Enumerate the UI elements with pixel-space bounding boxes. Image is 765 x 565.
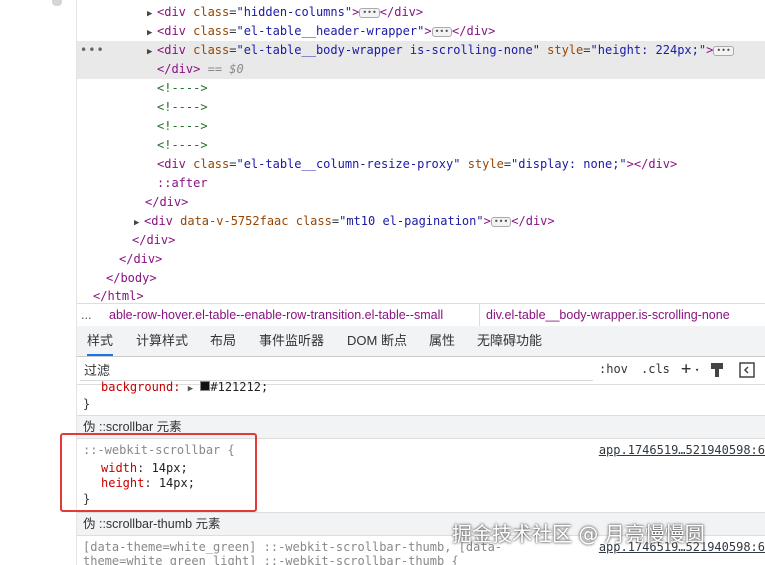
dom-node-body-wrapper-selected[interactable]: ••• ▶ <div class="el-table__body-wrapper …: [77, 41, 765, 60]
breadcrumb-item-table[interactable]: able-row-hover.el-table--enable-row-tran…: [109, 304, 443, 326]
tab-styles[interactable]: 样式: [87, 326, 114, 356]
dom-comment[interactable]: <!---->: [77, 98, 765, 117]
breadcrumb-item-body-wrapper[interactable]: div.el-table__body-wrapper.is-scrolling-…: [486, 304, 730, 326]
dom-node-pagination[interactable]: ▶ <div data-v-5752faac class="mt10 el-pag…: [77, 212, 765, 231]
tab-computed[interactable]: 计算样式: [136, 326, 188, 356]
tab-properties[interactable]: 属性: [429, 326, 455, 356]
watermark: 掘金技术社区 @ 月亮慢慢圆: [452, 522, 705, 546]
expand-triangle-icon[interactable]: ▶: [188, 384, 193, 394]
dom-pseudo-after[interactable]: ::after: [77, 174, 765, 193]
tab-accessibility[interactable]: 无障碍功能: [477, 326, 542, 356]
panel-tabs: 样式 计算样式 布局 事件监听器 DOM 断点 属性 无障碍功能: [77, 326, 765, 357]
annotation-highlight-box: [60, 433, 257, 512]
dom-close-div[interactable]: </div>: [77, 193, 765, 212]
selected-node-marker: == $0: [207, 62, 244, 76]
new-rule-plus-icon[interactable]: +: [681, 359, 691, 379]
page-scrollbar[interactable]: [52, 0, 62, 6]
filter-input[interactable]: [80, 361, 593, 381]
ellipsis-icon[interactable]: •••: [359, 7, 380, 18]
rule-closing-brace: }: [83, 397, 91, 411]
color-swatch[interactable]: [200, 381, 211, 391]
tab-dom-breakpoints[interactable]: DOM 断点: [347, 326, 407, 356]
dom-close-body[interactable]: </body>: [77, 269, 765, 288]
ellipsis-icon[interactable]: •••: [713, 45, 734, 56]
style-rule-background[interactable]: background: ▶ #121212;: [101, 380, 268, 394]
dom-tree: ▶ <div class="hidden-columns"> ••• </div> ▶…: [77, 0, 765, 303]
more-options-icon[interactable]: •••: [80, 41, 105, 60]
tab-event-listeners[interactable]: 事件监听器: [259, 326, 324, 356]
dom-node-hidden-columns[interactable]: ▶ <div class="hidden-columns"> ••• </div>: [77, 3, 765, 22]
ellipsis-icon[interactable]: •••: [431, 26, 453, 37]
breadcrumb-divider: [479, 304, 480, 326]
thumb-rule-selector[interactable]: [data-theme=white_green] ::-webkit-scrol…: [83, 540, 502, 554]
dom-node-header-wrapper[interactable]: ▶ <div class="el-table__header-wrapper"> •…: [77, 22, 765, 41]
tab-layout[interactable]: 布局: [210, 326, 236, 356]
thumb-rule-selector-cont[interactable]: theme=white_green_light] ::-webkit-scrol…: [83, 554, 459, 565]
dom-close-html[interactable]: </html>: [77, 287, 765, 303]
scrollbar-rule-source-link[interactable]: app.1746519…521940598:6: [599, 443, 765, 457]
class-toggle[interactable]: .cls: [641, 362, 670, 376]
dom-comment[interactable]: <!---->: [77, 136, 765, 155]
breadcrumb: ... able-row-hover.el-table--enable-row-…: [77, 303, 765, 327]
breadcrumb-scroll-left[interactable]: ...: [81, 304, 91, 326]
dom-node-resize-proxy[interactable]: <div class="el-table__column-resize-prox…: [77, 155, 765, 174]
ellipsis-icon[interactable]: •••: [490, 216, 512, 227]
hover-state-toggle[interactable]: :hov: [599, 362, 628, 376]
dom-node-body-wrapper-close[interactable]: </div> == $0: [77, 60, 765, 79]
paint-brush-icon[interactable]: [710, 362, 724, 381]
dom-close-div[interactable]: </div>: [77, 250, 765, 269]
new-rule-dropdown-icon[interactable]: ▾: [695, 366, 699, 374]
dom-close-div[interactable]: </div>: [77, 231, 765, 250]
dom-comment[interactable]: <!---->: [77, 79, 765, 98]
toggle-sidebar-icon[interactable]: [739, 362, 755, 381]
dom-comment[interactable]: <!---->: [77, 117, 765, 136]
